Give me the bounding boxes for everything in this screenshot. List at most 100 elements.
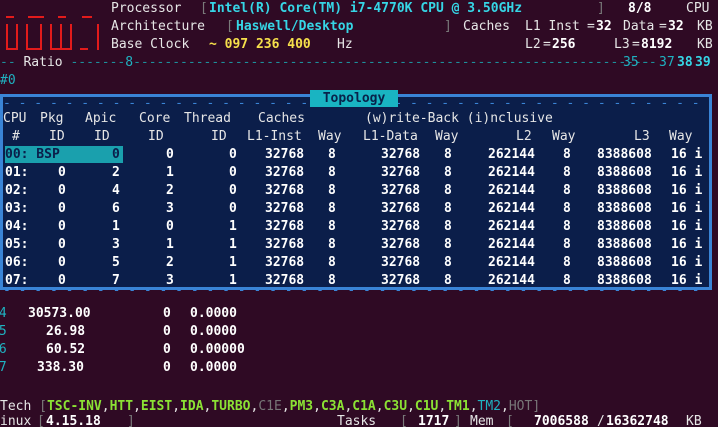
tech-separator: ,	[281, 399, 290, 414]
mem-used: 7006588	[534, 414, 589, 427]
cell-core: 0	[166, 147, 174, 162]
topology-row[interactable]: 01: 0 2 1 0 32768 8 32768 8 262144 8 8388608 16 i	[3, 164, 715, 182]
cell-l1d: 32768	[381, 165, 421, 180]
ratio-35: 35	[623, 55, 639, 70]
cell-l1d: 32768	[381, 147, 421, 162]
cell-l1i: 32768	[265, 237, 305, 252]
cell-l2: 262144	[488, 255, 535, 270]
col-l2-way: Way	[552, 129, 576, 144]
processor-label: Processor	[111, 1, 182, 16]
topology-row[interactable]: 00: BSP 0 0 0 32768 8 32768 8 262144 8 8388608 16 i	[3, 146, 715, 164]
core-value-a: 0	[163, 342, 171, 357]
bracket-open: [	[226, 19, 234, 34]
cell-l3w: 16 i	[671, 237, 703, 252]
cell-cpu: 06:	[5, 255, 29, 270]
cell-apic: 1	[112, 219, 120, 234]
tech-flag-on: TURBO	[211, 399, 251, 414]
topology-row[interactable]: 06: 0 5 2 1 32768 8 32768 8 262144 8 8388608 16 i	[3, 254, 715, 272]
cell-pkg: 0	[58, 219, 66, 234]
cell-cpu: 00: BSP	[5, 147, 60, 162]
tech-separator: ,	[313, 399, 321, 414]
cell-core: 2	[166, 255, 174, 270]
core-value-a: 0	[163, 360, 171, 375]
bracket-open: [	[200, 1, 208, 16]
bracket-close: ]	[444, 19, 452, 34]
l2-label: L2	[525, 37, 541, 52]
l3-value: 8192	[641, 37, 673, 52]
col-thread: Thread	[184, 111, 231, 126]
core-frequency: 26.98	[46, 324, 86, 339]
col-core-id: ID	[148, 129, 164, 144]
tech-flag-off: HOT	[508, 399, 533, 414]
cell-l2: 262144	[488, 201, 535, 216]
tech-separator: ,	[469, 399, 478, 414]
tech-separator: ,	[172, 399, 181, 414]
tech-flag-on: TM1	[446, 399, 470, 414]
cell-apic: 3	[112, 237, 120, 252]
col-pkg: Pkg	[40, 111, 64, 126]
col-l2: L2	[516, 129, 532, 144]
l1-inst-value: 32	[596, 19, 612, 34]
core-value-b: 0.00000	[190, 342, 245, 357]
core-number: #7	[0, 360, 7, 375]
cell-thread: 0	[229, 183, 237, 198]
cell-l1iw: 8	[328, 237, 336, 252]
cell-core: 1	[166, 165, 174, 180]
topology-row[interactable]: 05: 0 3 1 1 32768 8 32768 8 262144 8 8388608 16 i	[3, 236, 715, 254]
cell-l1dw: 8	[444, 201, 452, 216]
col-pkg-id: ID	[49, 129, 65, 144]
corefreq-logo	[2, 2, 102, 54]
cell-cpu: 03:	[5, 201, 29, 216]
cell-l3w: 16 i	[671, 183, 703, 198]
cell-thread: 0	[229, 201, 237, 216]
topology-row[interactable]: 04: 0 1 0 1 32768 8 32768 8 262144 8 8388608 16 i	[3, 218, 715, 236]
cell-l2: 262144	[488, 165, 535, 180]
cell-l2w: 8	[563, 147, 571, 162]
tech-separator: ,	[101, 399, 110, 414]
cell-thread: 0	[229, 147, 237, 162]
tech-flag-on: TSC-INV	[46, 399, 102, 414]
l2-value: 256	[552, 37, 576, 52]
topology-row[interactable]: 03: 0 6 3 0 32768 8 32768 8 262144 8 8388608 16 i	[3, 200, 715, 218]
cell-l3: 8388608	[597, 219, 652, 234]
tech-flag-off: C1E	[258, 399, 282, 414]
bracket-close: ]	[597, 1, 605, 16]
col-l3-way: Way	[669, 129, 693, 144]
l3-label: L3	[614, 37, 630, 52]
topology-row[interactable]: 02: 0 4 2 0 32768 8 32768 8 262144 8 8388608 16 i	[3, 182, 715, 200]
cell-apic: 6	[112, 201, 120, 216]
cell-l2: 262144	[488, 183, 535, 198]
tech-flag-on: PM3	[289, 399, 314, 414]
cell-l3: 8388608	[597, 147, 652, 162]
core-value-b: 0.0000	[190, 360, 237, 375]
tech-flag-on: C1A	[352, 399, 376, 414]
cell-l1i: 32768	[265, 219, 305, 234]
col-caches: Caches	[258, 111, 305, 126]
col-apic-id: ID	[94, 129, 110, 144]
mem-unit: KB	[686, 414, 702, 427]
col-thread-id: ID	[211, 129, 227, 144]
tech-separator: ,	[407, 399, 415, 414]
cell-l1dw: 8	[444, 255, 452, 270]
cell-l1iw: 8	[328, 147, 336, 162]
ratio-min: 8	[125, 55, 134, 70]
tasks-label: Tasks	[337, 414, 377, 427]
col-cpu-num: #	[12, 129, 20, 144]
cell-l2w: 8	[563, 237, 571, 252]
ratio-38: 38	[677, 55, 693, 70]
col-cache-legend: (w)rite-Back (i)nclusive	[365, 111, 553, 126]
cell-l3w: 16 i	[671, 201, 703, 216]
cell-l1i: 32768	[265, 147, 305, 162]
os-label: inux	[0, 414, 32, 427]
cell-l3: 8388608	[597, 183, 652, 198]
base-clock-value: ~ 097 236 400	[209, 37, 311, 52]
col-l1-inst-way: Way	[318, 129, 342, 144]
caches-label: Caches	[463, 19, 510, 34]
tech-flag-on: C1U	[414, 399, 439, 414]
cell-pkg: 0	[58, 255, 66, 270]
tech-separator: ,	[133, 399, 141, 414]
ratio-label: Ratio	[23, 55, 63, 70]
cell-l2w: 8	[563, 165, 571, 180]
topology-title: Topology	[310, 90, 398, 107]
ratio-ruler: -- Ratio -------8-----------------------…	[0, 55, 650, 70]
